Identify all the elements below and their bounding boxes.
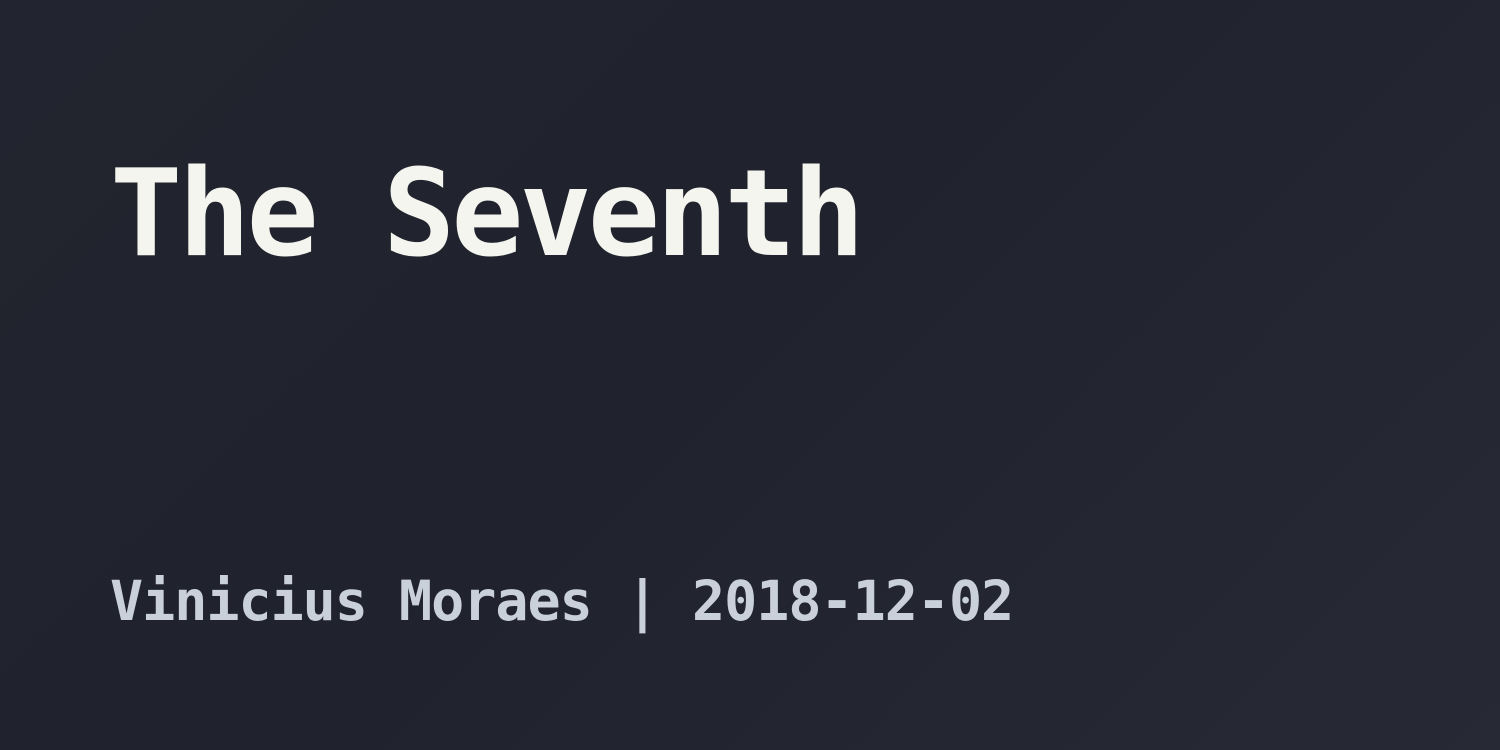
post-card: The Seventh Vinicius Moraes | 2018-12-02 <box>0 0 1500 750</box>
author-name: Vinicius Moraes <box>110 569 593 633</box>
post-date: 2018-12-02 <box>692 569 1014 633</box>
post-title: The Seventh <box>110 145 865 284</box>
post-meta: Vinicius Moraes | 2018-12-02 <box>110 566 1014 636</box>
meta-separator: | <box>593 569 691 633</box>
